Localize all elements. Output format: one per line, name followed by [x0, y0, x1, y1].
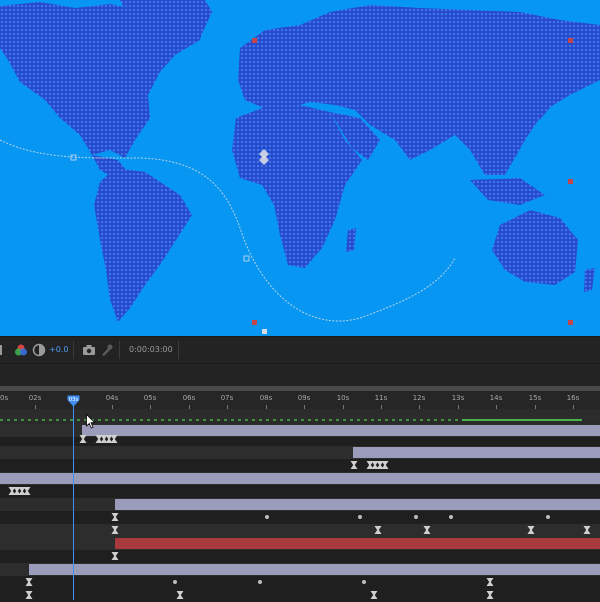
ruler-label: 08s: [259, 394, 273, 402]
exposure-icon[interactable]: [32, 343, 46, 357]
ruler-label: 0s: [0, 394, 9, 402]
ruler-label: 04s: [105, 394, 119, 402]
layer-duration-bar[interactable]: [353, 447, 600, 458]
layer-row[interactable]: [0, 472, 600, 485]
ruler-label: 05s: [143, 394, 157, 402]
layer-duration-bar[interactable]: [115, 499, 600, 510]
layer-row-selected[interactable]: [0, 537, 600, 550]
ruler-label: 15s: [528, 394, 542, 402]
ruler-label: 07s: [220, 394, 234, 402]
motion-path: [0, 139, 456, 322]
timeline-header: [0, 364, 600, 386]
playhead-time-label: 03s: [69, 397, 79, 403]
snapshot-icon[interactable]: [82, 343, 96, 357]
ruler-label: 13s: [451, 394, 465, 402]
ruler-label: 12s: [412, 394, 426, 402]
ruler-label: 10s: [336, 394, 350, 402]
layer-handle: [568, 320, 573, 325]
ruler-label: 09s: [297, 394, 311, 402]
layer-row[interactable]: [0, 563, 600, 576]
property-row[interactable]: [0, 576, 600, 589]
property-row[interactable]: [0, 550, 600, 563]
ruler-label: 11s: [374, 394, 388, 402]
toolbar-divider: [73, 341, 74, 359]
motion-path-keyframe: [243, 255, 250, 262]
layer-handle: [252, 320, 257, 325]
layer-row[interactable]: [0, 498, 600, 511]
world-map: [0, 0, 600, 334]
composition-viewer[interactable]: [0, 0, 600, 336]
toolbar-divider: [119, 341, 120, 359]
playhead-line[interactable]: [73, 396, 74, 600]
property-row[interactable]: [0, 524, 600, 537]
toolbar-divider: [178, 341, 179, 359]
time-ruler[interactable]: 0s 02s 04s 05s 06s 07s 08s 09s 10s 11s 1…: [0, 391, 600, 410]
anchor-handle: [262, 329, 267, 334]
layer-duration-bar[interactable]: [0, 473, 600, 484]
ruler-label: 06s: [182, 394, 196, 402]
layer-duration-bar-selected[interactable]: [115, 538, 600, 549]
property-row[interactable]: [0, 511, 600, 524]
viewer-toolbar: +0.0 0:00:03:00: [0, 336, 600, 364]
playhead-handle[interactable]: 03s: [67, 395, 80, 407]
ruler-label: 02s: [28, 394, 42, 402]
continent-australia: [492, 210, 578, 285]
layer-row[interactable]: [0, 446, 600, 459]
property-row[interactable]: [0, 589, 600, 602]
ruler-label: 16s: [566, 394, 580, 402]
property-row[interactable]: [0, 459, 600, 472]
ruler-label: 14s: [489, 394, 503, 402]
exposure-value[interactable]: +0.0: [49, 345, 68, 359]
layer-duration-bar[interactable]: [29, 564, 600, 575]
color-channels-icon[interactable]: [14, 343, 28, 357]
grid-icon[interactable]: [0, 343, 6, 357]
layer-handle: [568, 38, 573, 43]
layer-duration-bar[interactable]: [82, 425, 600, 436]
mouse-cursor-icon: [86, 414, 96, 429]
property-row[interactable]: [0, 485, 600, 498]
current-time-display[interactable]: 0:00:03:00: [129, 345, 173, 359]
layer-handle: [568, 179, 573, 184]
show-snapshot-icon[interactable]: [100, 343, 114, 357]
continent-south-america: [94, 168, 192, 322]
layer-handle: [252, 38, 257, 43]
